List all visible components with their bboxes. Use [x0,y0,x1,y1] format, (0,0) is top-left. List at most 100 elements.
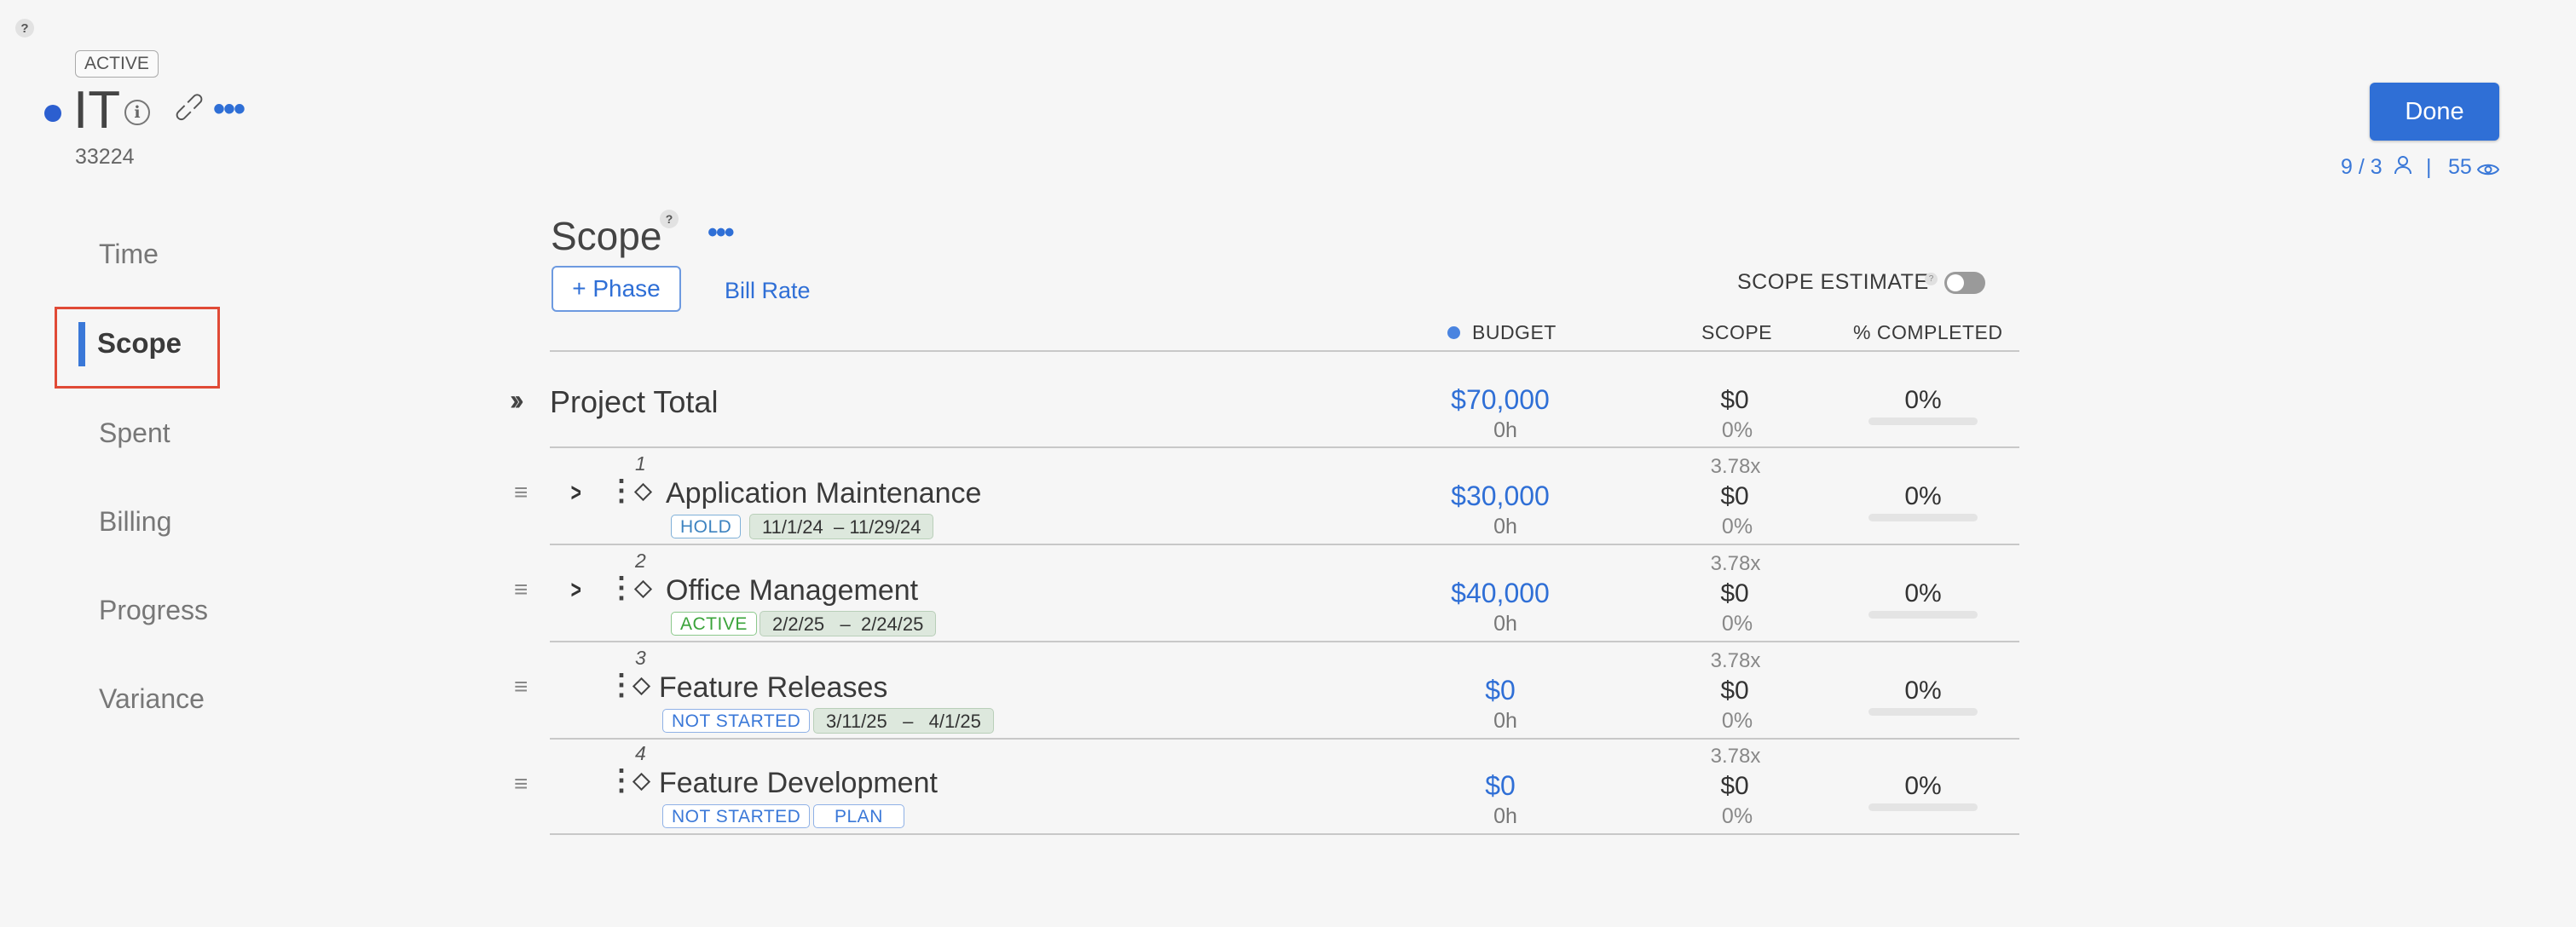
phase-hours: 0h [1493,515,1517,538]
add-phase-button[interactable]: + Phase [552,266,681,312]
row-divider [550,738,2019,740]
views-count[interactable]: 55 [2448,155,2472,180]
nav-item-billing[interactable]: Billing [99,506,171,538]
nav-active-indicator [78,322,85,366]
total-progress-bar [1868,417,1978,425]
phase-progress-bar [1868,514,1978,521]
column-budget[interactable]: BUDGET [1472,321,1557,344]
phase-number: 1 [635,452,646,475]
phase-scope: $0 [1720,677,1749,705]
phase-progress-bar [1868,803,1978,811]
phase-completed: 0% [1904,482,1942,510]
phase-completed: 0% [1904,677,1942,705]
nav-item-variance[interactable]: Variance [99,683,205,715]
kebab-icon[interactable]: ⋮ [607,474,636,508]
total-budget[interactable]: $70,000 [1398,384,1603,416]
diamond-icon [633,579,653,599]
phase-name[interactable]: Feature Releases [659,671,887,705]
kebab-icon[interactable]: ⋮ [607,571,636,605]
phase-hours: 0h [1493,612,1517,636]
phase-progress-bar [1868,708,1978,716]
bill-rate-link[interactable]: Bill Rate [725,278,811,304]
phase-budget[interactable]: $30,000 [1398,481,1603,512]
scope-estimate-label: SCOPE ESTIMATE [1737,270,1929,294]
phase-scope-ratio: 3.78x [1710,455,1761,478]
drag-handle-icon[interactable]: ≡ [514,770,528,797]
scope-help-icon[interactable]: ? [660,210,679,228]
project-status-badge: ACTIVE [75,50,159,78]
person-icon [2394,155,2412,181]
phase-number: 3 [635,647,646,669]
drag-handle-icon[interactable]: ≡ [514,479,528,506]
row-divider [550,544,2019,545]
phase-status-badge[interactable]: HOLD [671,515,742,538]
nav-item-spent[interactable]: Spent [99,417,170,449]
project-title: IT [73,81,121,140]
column-scope[interactable]: SCOPE [1701,321,1772,344]
diamond-icon [633,482,653,502]
phase-plan-badge[interactable]: PLAN [813,804,904,828]
chevron-right-icon[interactable]: > [571,479,581,508]
project-color-dot [44,105,61,122]
total-scope: $0 [1720,386,1749,414]
kebab-icon[interactable]: ⋮ [607,668,636,702]
phase-scope-ratio: 3.78x [1710,552,1761,575]
phase-budget[interactable]: $0 [1398,675,1603,706]
total-hours: 0h [1493,418,1517,442]
nav-item-time[interactable]: Time [99,239,159,270]
drag-handle-icon[interactable]: ≡ [514,576,528,603]
phase-number: 4 [635,742,646,764]
info-icon[interactable]: i [124,100,150,125]
total-completed: 0% [1904,386,1942,414]
scope-estimate-help-icon[interactable]: ? [1925,273,1938,285]
help-icon[interactable]: ? [15,19,34,37]
phase-completed: 0% [1904,579,1942,607]
eye-icon [2476,158,2500,183]
phase-completed: 0% [1904,772,1942,800]
double-chevron-right-icon[interactable]: ›› [510,384,523,417]
phase-scope-pct: 0% [1721,612,1753,636]
phase-status-badge[interactable]: NOT STARTED [662,709,811,733]
column-completed[interactable]: % COMPLETED [1853,321,2002,344]
phase-status-badge[interactable]: ACTIVE [671,612,757,636]
phase-name[interactable]: Feature Development [659,767,938,800]
phase-name[interactable]: Application Maintenance [666,477,981,510]
project-total-label: Project Total [550,384,719,419]
phase-scope-pct: 0% [1721,709,1753,733]
phase-date-range[interactable]: 11/1/24 – 11/29/24 [749,514,934,539]
phase-name[interactable]: Office Management [666,574,918,607]
drag-handle-icon[interactable]: ≡ [514,673,528,700]
nav-item-scope[interactable]: Scope [97,327,182,360]
phase-scope-ratio: 3.78x [1710,745,1761,768]
row-divider [550,833,2019,835]
phase-date-range[interactable]: 3/11/25 – 4/1/25 [813,708,994,734]
phase-number: 2 [635,550,646,572]
phase-budget[interactable]: $0 [1398,770,1603,802]
phase-hours: 0h [1493,804,1517,828]
phase-date-range[interactable]: 2/2/25 – 2/24/25 [760,611,937,636]
phase-scope: $0 [1720,772,1749,800]
stats-separator: | [2426,155,2432,179]
nav-item-progress[interactable]: Progress [99,595,208,626]
kebab-icon[interactable]: ⋮ [607,763,636,797]
phase-scope: $0 [1720,482,1749,510]
phase-scope-pct: 0% [1721,804,1753,828]
phase-scope-ratio: 3.78x [1710,649,1761,672]
project-number: 33224 [75,145,135,169]
total-scope-pct: 0% [1721,418,1753,442]
row-divider [550,446,2019,448]
scope-estimate-toggle[interactable] [1944,272,1985,294]
row-divider [550,641,2019,642]
link-icon[interactable]: ⊂⊃ [166,84,211,130]
project-more-icon[interactable]: ••• [213,90,245,129]
phase-status-badge[interactable]: NOT STARTED [662,804,811,828]
phase-scope: $0 [1720,579,1749,607]
header-divider [550,350,2019,352]
phase-hours: 0h [1493,709,1517,733]
phase-budget[interactable]: $40,000 [1398,578,1603,609]
phase-progress-bar [1868,611,1978,619]
done-button[interactable]: Done [2370,83,2499,141]
chevron-right-icon[interactable]: > [571,576,581,605]
members-count[interactable]: 9 / 3 [2341,155,2383,180]
scope-more-icon[interactable]: ••• [708,216,735,250]
